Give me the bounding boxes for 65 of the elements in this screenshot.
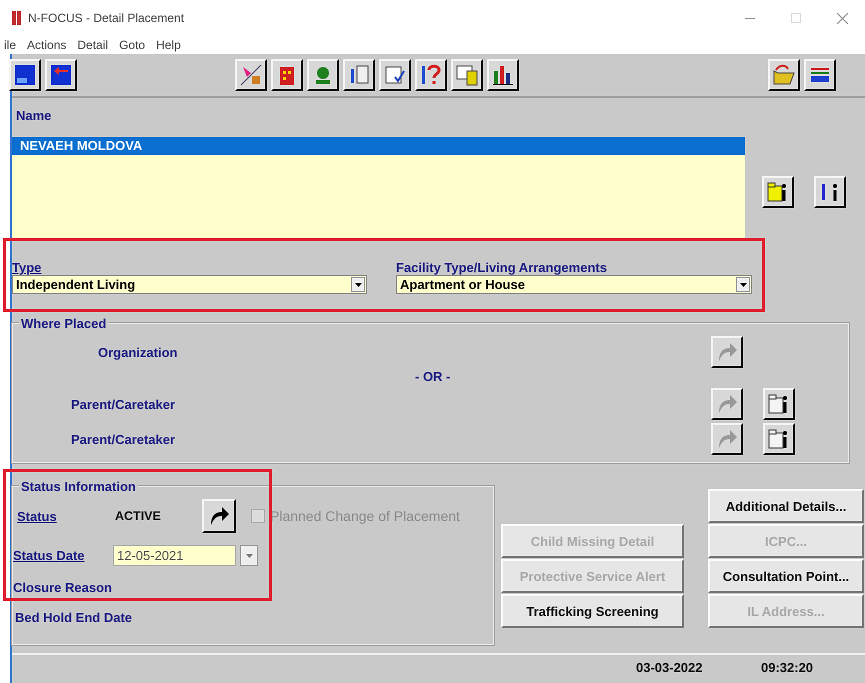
arrow-button[interactable] [202, 499, 236, 533]
close-icon [836, 12, 848, 24]
dropdown-field[interactable]: Independent Living [12, 275, 367, 294]
menu-item[interactable]: Goto [119, 38, 146, 52]
dropdown-arrow-icon [740, 282, 746, 286]
window-icon [13, 63, 37, 87]
arrow-button[interactable] [711, 388, 743, 420]
toolbar-button[interactable] [9, 59, 41, 91]
maximize-icon [791, 13, 801, 23]
toolbar-button[interactable] [487, 59, 519, 91]
field-label: Bed Hold End Date [15, 610, 132, 625]
arrow-button[interactable] [711, 423, 743, 455]
toolbar-button[interactable] [451, 59, 483, 91]
field-label[interactable]: Type [12, 260, 367, 275]
menu-item[interactable]: ile [4, 38, 16, 52]
action-button[interactable]: Consultation Point... [708, 559, 864, 593]
curved-arrow-icon [208, 506, 230, 526]
list-row[interactable]: NEVAEH MOLDOVA [12, 137, 745, 155]
toolbar-button[interactable] [804, 59, 836, 91]
curved-arrow-icon [716, 394, 738, 414]
curved-arrow-icon [716, 342, 738, 362]
group-title: Status Information [19, 479, 138, 494]
group-title: Where Placed [19, 316, 108, 331]
app-icon [12, 11, 22, 25]
arrow-button[interactable] [711, 336, 743, 368]
menu-item[interactable]: Detail [77, 38, 108, 52]
toolbar-button[interactable] [45, 59, 77, 91]
toolbar-button[interactable] [235, 59, 267, 91]
person-button[interactable] [763, 388, 795, 420]
toolbar-button[interactable] [343, 59, 375, 91]
field-label: Parent/Caretaker [71, 396, 176, 412]
dropdown-arrow-icon [246, 554, 252, 558]
date-field[interactable]: 12-05-2021 [113, 545, 236, 566]
field-label[interactable]: Status Date [13, 548, 113, 563]
field-label: Organization [98, 344, 178, 360]
help-icon [419, 63, 443, 87]
bar-chart-icon [491, 63, 515, 87]
separator-text: - OR - [415, 369, 450, 384]
field-label: Parent/Caretaker [71, 432, 176, 446]
field-label: Name [16, 108, 52, 123]
dropdown-button[interactable] [240, 545, 258, 566]
status-date: 03-03-2022 [636, 660, 704, 674]
field-label: Facility Type/Living Arrangements [396, 260, 608, 275]
status-value: ACTIVE [115, 509, 162, 523]
toolbar-button[interactable] [307, 59, 339, 91]
person-button[interactable] [762, 176, 794, 208]
menu-item[interactable]: Help [156, 38, 181, 52]
status-time: 09:32:20 [761, 660, 814, 674]
info-button[interactable] [814, 176, 846, 208]
window-title: N-FOCUS - Detail Placement [28, 11, 184, 25]
menu-item[interactable]: Actions [27, 38, 66, 52]
curved-arrow-icon [716, 429, 738, 449]
dropdown-field[interactable]: Apartment or House [396, 275, 752, 294]
toolbar-button[interactable] [415, 59, 447, 91]
field-label: Closure Reason [13, 580, 112, 595]
action-button[interactable]: Additional Details... [708, 489, 864, 523]
field-label[interactable]: Status [17, 508, 115, 524]
action-button[interactable]: Trafficking Screening [501, 594, 684, 628]
toolbar-button[interactable] [379, 59, 411, 91]
person-button[interactable] [763, 423, 795, 455]
toolbar-button[interactable] [768, 59, 800, 91]
dropdown-arrow-icon [354, 282, 362, 286]
open-folder-icon [772, 63, 796, 87]
toolbar-button[interactable] [271, 59, 303, 91]
name-list[interactable]: NEVAEH MOLDOVA [12, 137, 745, 238]
